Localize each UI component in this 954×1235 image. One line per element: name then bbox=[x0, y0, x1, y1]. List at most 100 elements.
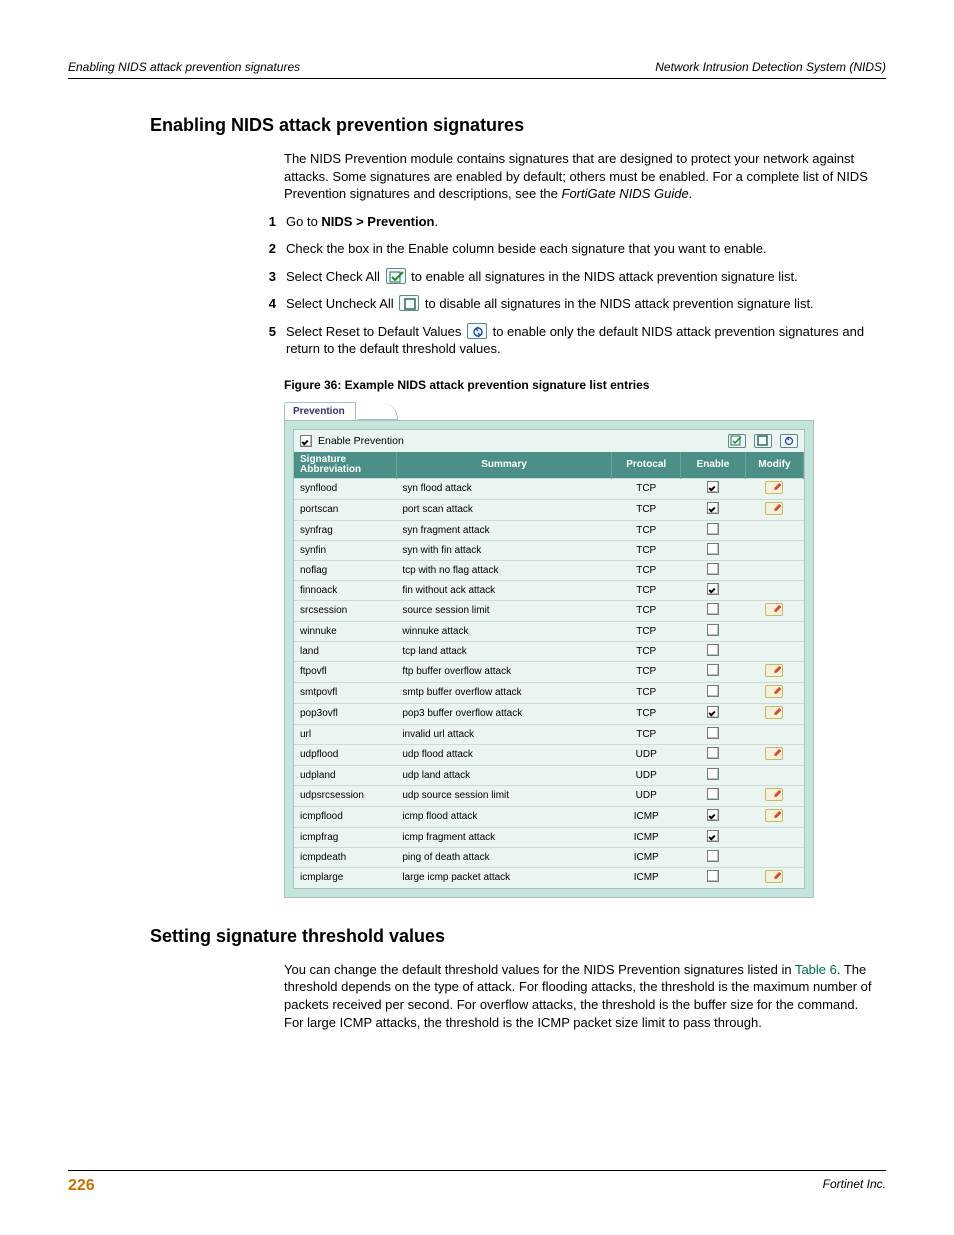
steps-list: 1 Go to NIDS > Prevention. 2 Check the b… bbox=[258, 213, 886, 358]
enable-checkbox[interactable] bbox=[707, 809, 719, 821]
signature-table: Signature Abbreviation Summary Protocal … bbox=[294, 452, 804, 888]
step-4-number: 4 bbox=[258, 295, 276, 313]
cell-summary: syn with fin attack bbox=[396, 540, 611, 560]
cell-protocol: TCP bbox=[612, 682, 681, 703]
enable-checkbox[interactable] bbox=[707, 543, 719, 555]
cell-summary: udp flood attack bbox=[396, 744, 611, 765]
col-header-sig-b: Abbreviation bbox=[300, 464, 361, 475]
cell-enable bbox=[681, 765, 746, 785]
enable-checkbox[interactable] bbox=[707, 768, 719, 780]
cell-summary: syn flood attack bbox=[396, 478, 611, 499]
step-3: 3 Select Check All to enable all signatu… bbox=[258, 268, 886, 286]
toolbar-reset-button[interactable] bbox=[780, 434, 798, 448]
page-number: 226 bbox=[68, 1177, 95, 1195]
cell-protocol: TCP bbox=[612, 641, 681, 661]
modify-icon[interactable] bbox=[765, 603, 783, 616]
cell-modify bbox=[745, 621, 803, 641]
step-2-number: 2 bbox=[258, 240, 276, 258]
cell-protocol: TCP bbox=[612, 661, 681, 682]
step-1: 1 Go to NIDS > Prevention. bbox=[258, 213, 886, 231]
table-row: landtcp land attackTCP bbox=[294, 641, 804, 661]
cell-enable bbox=[681, 682, 746, 703]
col-header-modify: Modify bbox=[745, 452, 803, 479]
cell-protocol: TCP bbox=[612, 580, 681, 600]
running-header: Enabling NIDS attack prevention signatur… bbox=[68, 60, 886, 79]
modify-icon[interactable] bbox=[765, 788, 783, 801]
cell-modify bbox=[745, 847, 803, 867]
enable-checkbox[interactable] bbox=[707, 603, 719, 615]
cell-summary: tcp land attack bbox=[396, 641, 611, 661]
toolbar-check-all-button[interactable] bbox=[728, 434, 746, 448]
cell-modify bbox=[745, 520, 803, 540]
step-1-text-a: Go to bbox=[286, 214, 321, 229]
enable-checkbox[interactable] bbox=[707, 850, 719, 862]
page-footer: 226 Fortinet Inc. bbox=[68, 1170, 886, 1195]
cell-modify bbox=[745, 785, 803, 806]
enable-checkbox[interactable] bbox=[707, 624, 719, 636]
cell-modify bbox=[745, 560, 803, 580]
table-row: winnukewinnuke attackTCP bbox=[294, 621, 804, 641]
modify-icon[interactable] bbox=[765, 664, 783, 677]
enable-checkbox[interactable] bbox=[707, 706, 719, 718]
enable-checkbox[interactable] bbox=[707, 563, 719, 575]
cell-abbr: icmplarge bbox=[294, 867, 396, 888]
enable-checkbox[interactable] bbox=[707, 523, 719, 535]
cell-abbr: udpland bbox=[294, 765, 396, 785]
enable-checkbox[interactable] bbox=[707, 583, 719, 595]
table-row: synfloodsyn flood attackTCP bbox=[294, 478, 804, 499]
intro-guide-name: FortiGate NIDS Guide bbox=[562, 186, 689, 201]
cell-enable bbox=[681, 600, 746, 621]
step-5: 5 Select Reset to Default Values to enab… bbox=[258, 323, 886, 358]
enable-checkbox[interactable] bbox=[707, 727, 719, 739]
modify-icon[interactable] bbox=[765, 685, 783, 698]
cell-abbr: synflood bbox=[294, 478, 396, 499]
modify-icon[interactable] bbox=[765, 809, 783, 822]
enable-checkbox[interactable] bbox=[707, 747, 719, 759]
cell-enable bbox=[681, 560, 746, 580]
enable-checkbox[interactable] bbox=[707, 830, 719, 842]
cell-summary: port scan attack bbox=[396, 499, 611, 520]
modify-icon[interactable] bbox=[765, 502, 783, 515]
cell-protocol: UDP bbox=[612, 765, 681, 785]
cell-enable bbox=[681, 641, 746, 661]
cell-protocol: TCP bbox=[612, 478, 681, 499]
enable-checkbox[interactable] bbox=[707, 481, 719, 493]
cell-modify bbox=[745, 478, 803, 499]
reset-default-icon bbox=[467, 323, 487, 339]
modify-icon[interactable] bbox=[765, 747, 783, 760]
modify-icon[interactable] bbox=[765, 706, 783, 719]
enable-checkbox[interactable] bbox=[707, 870, 719, 882]
step-1-number: 1 bbox=[258, 213, 276, 231]
table-row: ftpovflftp buffer overflow attackTCP bbox=[294, 661, 804, 682]
cell-abbr: smtpovfl bbox=[294, 682, 396, 703]
cell-summary: tcp with no flag attack bbox=[396, 560, 611, 580]
tab-prevention[interactable]: Prevention bbox=[284, 402, 356, 420]
enable-checkbox[interactable] bbox=[707, 664, 719, 676]
table-row: udpfloodudp flood attackUDP bbox=[294, 744, 804, 765]
enable-prevention-row: Enable Prevention bbox=[294, 430, 804, 452]
tab-curve bbox=[358, 403, 398, 420]
cell-summary: large icmp packet attack bbox=[396, 867, 611, 888]
table-row: icmplargelarge icmp packet attackICMP bbox=[294, 867, 804, 888]
enable-checkbox[interactable] bbox=[707, 502, 719, 514]
toolbar-uncheck-all-button[interactable] bbox=[754, 434, 772, 448]
enable-checkbox[interactable] bbox=[707, 685, 719, 697]
cell-enable bbox=[681, 580, 746, 600]
cell-summary: source session limit bbox=[396, 600, 611, 621]
table-row: smtpovflsmtp buffer overflow attackTCP bbox=[294, 682, 804, 703]
table-6-link[interactable]: Table 6 bbox=[795, 962, 837, 977]
cell-protocol: ICMP bbox=[612, 867, 681, 888]
cell-summary: udp source session limit bbox=[396, 785, 611, 806]
modify-icon[interactable] bbox=[765, 481, 783, 494]
enable-prevention-checkbox[interactable] bbox=[300, 435, 312, 447]
cell-modify bbox=[745, 499, 803, 520]
cell-summary: icmp fragment attack bbox=[396, 827, 611, 847]
cell-abbr: icmpdeath bbox=[294, 847, 396, 867]
cell-enable bbox=[681, 520, 746, 540]
cell-protocol: ICMP bbox=[612, 827, 681, 847]
cell-abbr: synfin bbox=[294, 540, 396, 560]
enable-checkbox[interactable] bbox=[707, 644, 719, 656]
enable-checkbox[interactable] bbox=[707, 788, 719, 800]
cell-summary: winnuke attack bbox=[396, 621, 611, 641]
modify-icon[interactable] bbox=[765, 870, 783, 883]
